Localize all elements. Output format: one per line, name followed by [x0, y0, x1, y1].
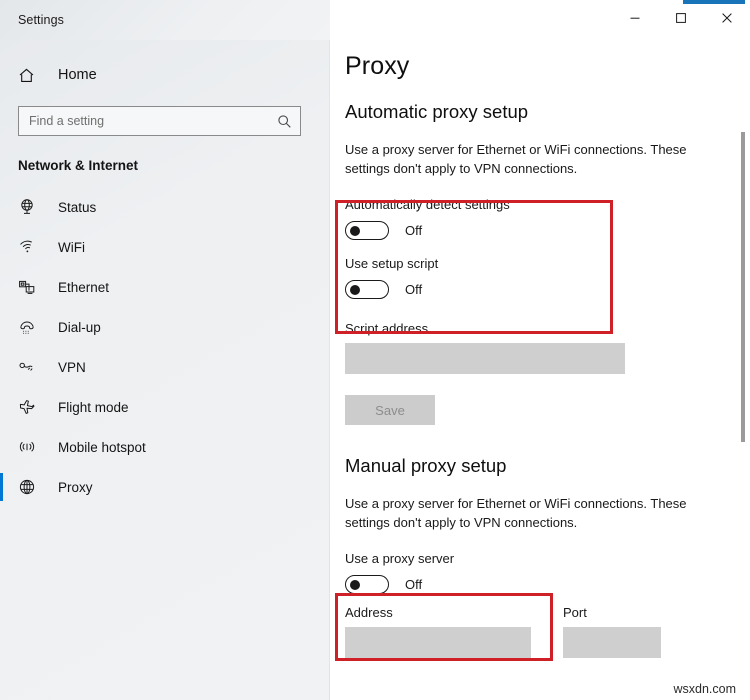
- script-address-label: Script address: [345, 321, 724, 336]
- search-box[interactable]: [18, 106, 301, 136]
- sidebar: Home Network & Internet: [0, 0, 330, 700]
- use-proxy-toggle-row: Off: [345, 575, 724, 594]
- page-title: Proxy: [345, 52, 724, 81]
- auto-detect-state: Off: [405, 223, 422, 238]
- search-input[interactable]: [29, 114, 277, 128]
- sidebar-item-label: VPN: [58, 360, 86, 375]
- setup-script-toggle[interactable]: [345, 280, 389, 299]
- sidebar-item-label: WiFi: [58, 240, 85, 255]
- toggle-knob: [350, 580, 360, 590]
- home-icon: [18, 67, 44, 84]
- sidebar-item-label: Flight mode: [58, 400, 129, 415]
- accent-line: [683, 0, 745, 4]
- window-controls: [330, 0, 750, 40]
- address-port-row: Address Port: [345, 605, 724, 658]
- wifi-icon: [18, 238, 44, 256]
- close-button[interactable]: [704, 0, 750, 36]
- script-address-input[interactable]: [345, 343, 625, 374]
- main-content: Proxy Automatic proxy setup Use a proxy …: [331, 0, 750, 700]
- address-label: Address: [345, 605, 541, 620]
- scrollbar-track[interactable]: [736, 40, 750, 700]
- vpn-key-icon: [18, 358, 44, 376]
- titlebar-left: Settings: [0, 0, 330, 40]
- sidebar-item-wifi[interactable]: WiFi: [0, 227, 329, 267]
- sidebar-item-flight-mode[interactable]: Flight mode: [0, 387, 329, 427]
- auto-detect-label: Automatically detect settings: [345, 197, 724, 212]
- setup-script-state: Off: [405, 282, 422, 297]
- sidebar-item-label: Ethernet: [58, 280, 109, 295]
- globe-monitor-icon: [18, 198, 44, 216]
- sidebar-item-label: Proxy: [58, 480, 93, 495]
- watermark: wsxdn.com: [673, 682, 736, 696]
- sidebar-item-label: Status: [58, 200, 96, 215]
- automatic-proxy-description: Use a proxy server for Ethernet or WiFi …: [345, 140, 721, 178]
- sidebar-item-label: Dial-up: [58, 320, 101, 335]
- dialup-phone-icon: [18, 318, 44, 336]
- toggle-knob: [350, 226, 360, 236]
- setup-script-toggle-row: Off: [345, 280, 724, 299]
- minimize-button[interactable]: [612, 0, 658, 36]
- port-input[interactable]: [563, 627, 661, 658]
- globe-icon: [18, 478, 44, 496]
- ethernet-icon: [18, 278, 44, 296]
- sidebar-item-dialup[interactable]: Dial-up: [0, 307, 329, 347]
- auto-detect-setting: Automatically detect settings Off: [345, 197, 724, 240]
- sidebar-category-title: Network & Internet: [0, 158, 329, 173]
- auto-detect-toggle-row: Off: [345, 221, 724, 240]
- sidebar-item-proxy[interactable]: Proxy: [0, 467, 329, 507]
- window-title: Settings: [18, 13, 64, 27]
- save-button[interactable]: Save: [345, 395, 435, 425]
- sidebar-item-mobile-hotspot[interactable]: Mobile hotspot: [0, 427, 329, 467]
- scrollbar-thumb[interactable]: [741, 132, 745, 442]
- script-address-setting: Script address: [345, 321, 724, 374]
- sidebar-item-ethernet[interactable]: Ethernet: [0, 267, 329, 307]
- sidebar-item-label: Mobile hotspot: [58, 440, 146, 455]
- use-proxy-state: Off: [405, 577, 422, 592]
- home-label: Home: [58, 67, 97, 83]
- setup-script-label: Use setup script: [345, 256, 724, 271]
- sidebar-item-status[interactable]: Status: [0, 187, 329, 227]
- hotspot-signal-icon: [18, 438, 44, 456]
- manual-proxy-heading: Manual proxy setup: [345, 455, 724, 477]
- auto-detect-toggle[interactable]: [345, 221, 389, 240]
- maximize-button[interactable]: [658, 0, 704, 36]
- use-proxy-toggle[interactable]: [345, 575, 389, 594]
- sidebar-nav: Status WiFi: [0, 187, 329, 507]
- titlebar: Settings: [0, 0, 750, 40]
- address-field-group: Address: [345, 605, 541, 658]
- use-proxy-label: Use a proxy server: [345, 551, 724, 566]
- use-proxy-setting: Use a proxy server Off: [345, 551, 724, 594]
- airplane-icon: [18, 398, 44, 416]
- sidebar-item-vpn[interactable]: VPN: [0, 347, 329, 387]
- search-icon: [277, 114, 292, 129]
- search-container: [18, 106, 311, 136]
- setup-script-setting: Use setup script Off: [345, 256, 724, 299]
- manual-proxy-description: Use a proxy server for Ethernet or WiFi …: [345, 494, 721, 532]
- port-field-group: Port: [563, 605, 683, 658]
- automatic-proxy-heading: Automatic proxy setup: [345, 101, 724, 123]
- sidebar-item-home[interactable]: Home: [0, 58, 329, 92]
- address-input[interactable]: [345, 627, 531, 658]
- settings-window: Home Network & Internet: [0, 0, 750, 700]
- port-label: Port: [563, 605, 683, 620]
- toggle-knob: [350, 285, 360, 295]
